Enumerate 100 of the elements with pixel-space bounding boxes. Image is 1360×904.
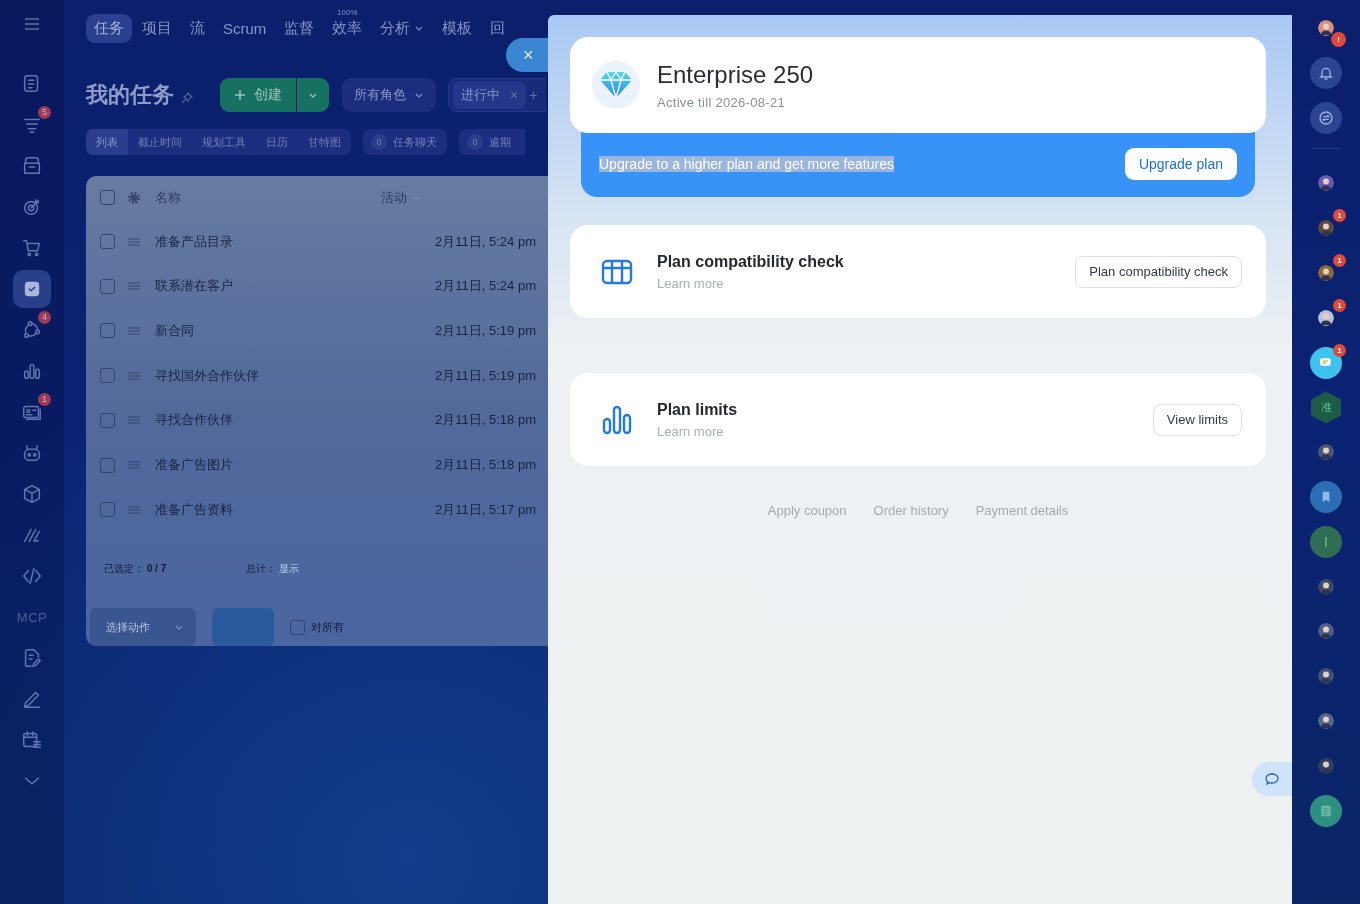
- checkbox[interactable]: [100, 457, 115, 473]
- robot-icon[interactable]: [21, 442, 43, 464]
- checkbox[interactable]: [100, 323, 115, 339]
- nodes-icon[interactable]: [21, 319, 43, 341]
- task-name[interactable]: 新合同: [155, 321, 436, 340]
- create-button[interactable]: 创建: [220, 78, 296, 112]
- checkbox[interactable]: [100, 368, 115, 384]
- avatar[interactable]: [1318, 20, 1334, 36]
- notification-badge: 4: [38, 311, 51, 324]
- chat-swap-icon[interactable]: [1310, 101, 1342, 134]
- footer-link[interactable]: Apply coupon: [767, 503, 847, 518]
- footer-link[interactable]: Payment details: [975, 503, 1069, 518]
- counter-button[interactable]: 0 任务聊天: [363, 129, 447, 155]
- add-filter-button[interactable]: +: [529, 87, 538, 103]
- upgrade-button[interactable]: Upgrade plan: [1124, 148, 1237, 180]
- task-name[interactable]: 联系潜在客户: [155, 277, 436, 296]
- nav-tab[interactable]: 流: [182, 13, 213, 43]
- nav-tab[interactable]: 任务: [86, 13, 132, 43]
- avatar[interactable]: [1318, 444, 1334, 461]
- view-tab[interactable]: 日历: [256, 129, 298, 155]
- avatar[interactable]: [1318, 668, 1334, 685]
- archive-icon[interactable]: [21, 155, 43, 177]
- cube-icon[interactable]: [21, 483, 43, 505]
- sidebar-item[interactable]: MCP: [13, 598, 51, 636]
- checkbox[interactable]: [100, 412, 115, 428]
- checkbox[interactable]: [100, 502, 115, 518]
- banner-text: Upgrade to a higher plan and get more features: [599, 156, 894, 172]
- show-link[interactable]: 显示: [278, 563, 299, 575]
- sidebar-item[interactable]: 5: [13, 106, 51, 144]
- table-cell-text: 2月11日, 5:18 pm: [435, 456, 537, 474]
- checkbox[interactable]: [100, 190, 115, 206]
- role-dropdown[interactable]: 所有角色: [342, 78, 436, 112]
- notification-badge: 1: [1333, 298, 1346, 312]
- create-menu-button[interactable]: [297, 78, 329, 112]
- view-tab[interactable]: 列表: [86, 129, 128, 155]
- code-icon[interactable]: [21, 565, 43, 587]
- checkbox[interactable]: [100, 234, 115, 250]
- view-tab[interactable]: 规划工具: [192, 129, 256, 155]
- sidebar-item[interactable]: 1: [13, 393, 51, 431]
- view-tab[interactable]: 截止时间: [128, 129, 192, 155]
- chat-icon: [1264, 771, 1280, 787]
- footer-link[interactable]: Order history: [873, 503, 949, 518]
- checkbox-label: 对所有: [311, 619, 344, 635]
- sidebar-item[interactable]: [13, 270, 51, 308]
- notification-badge: 1: [1333, 254, 1346, 267]
- table-cell-text: 2月11日, 5:19 pm: [435, 366, 537, 385]
- nav-tab[interactable]: 分析: [372, 13, 433, 43]
- nav-tab[interactable]: Scrum: [215, 14, 275, 42]
- avatar[interactable]: [1318, 712, 1334, 729]
- bell-icon[interactable]: [1310, 56, 1342, 89]
- avatar[interactable]: [1318, 757, 1334, 774]
- avatar[interactable]: [1318, 578, 1334, 595]
- filter-field[interactable]: 进行中 × +: [448, 78, 546, 112]
- filter-chip[interactable]: 进行中 ×: [453, 81, 527, 109]
- settings-icon[interactable]: [127, 190, 141, 205]
- document-icon[interactable]: [1310, 794, 1342, 827]
- task-name[interactable]: 准备广告资料: [155, 500, 436, 519]
- checkbox[interactable]: [100, 278, 115, 294]
- chat-button[interactable]: [1252, 762, 1292, 796]
- action-dropdown[interactable]: 选择动作: [90, 608, 196, 647]
- card-title: Plan compatibility check: [657, 252, 845, 271]
- avatar[interactable]: [1318, 265, 1334, 281]
- avatar[interactable]: [1318, 220, 1334, 237]
- total-label: 总计： 显示: [246, 562, 299, 577]
- notification-badge: 1: [38, 393, 51, 406]
- avatar[interactable]: [1318, 623, 1334, 640]
- avatar[interactable]: [1318, 175, 1334, 192]
- column-header[interactable]: 名称: [155, 188, 381, 207]
- bookmark-icon[interactable]: [1310, 480, 1342, 513]
- drag-handle-icon[interactable]: [127, 458, 141, 472]
- group-avatar[interactable]: 准: [1311, 391, 1341, 424]
- view-tab[interactable]: 甘特图: [298, 129, 351, 155]
- sidebar-item[interactable]: 4: [13, 311, 51, 349]
- task-name[interactable]: 寻找国外合作伙伴: [155, 366, 436, 385]
- plus-icon: [234, 89, 246, 101]
- column-header[interactable]: 活动: [381, 188, 421, 207]
- task-name[interactable]: 准备广告图片: [155, 456, 436, 474]
- learn-more-link[interactable]: Learn more: [657, 275, 1076, 291]
- task-name[interactable]: 准备产品目录: [155, 232, 436, 251]
- card-button[interactable]: View limits: [1152, 403, 1242, 436]
- notification-badge: !: [1331, 32, 1346, 47]
- cart-icon[interactable]: [21, 237, 43, 259]
- pin-icon[interactable]: [180, 91, 194, 105]
- nav-tab[interactable]: 模板: [434, 13, 481, 43]
- avatar[interactable]: [1318, 309, 1334, 326]
- counter-button[interactable]: 0 逾期: [459, 129, 525, 155]
- task-name[interactable]: 寻找合作伙伴: [155, 411, 436, 430]
- checkbox[interactable]: [290, 619, 305, 635]
- remove-chip-button[interactable]: ×: [510, 87, 519, 103]
- nav-tab[interactable]: 监督: [276, 13, 323, 43]
- notification-badge: 5: [38, 106, 51, 119]
- table-cell-text: 2月11日, 5:19 pm: [435, 321, 537, 340]
- calendar-icon[interactable]: [21, 729, 43, 751]
- nav-tab[interactable]: 项目: [134, 13, 180, 43]
- group-avatar[interactable]: I: [1310, 525, 1342, 558]
- card-button[interactable]: Plan compatibility check: [1075, 255, 1242, 288]
- notification-badge: 1: [1333, 209, 1346, 223]
- close-button[interactable]: ×: [506, 38, 548, 72]
- diamond-icon: [599, 70, 633, 100]
- learn-more-link[interactable]: Learn more: [657, 423, 1153, 439]
